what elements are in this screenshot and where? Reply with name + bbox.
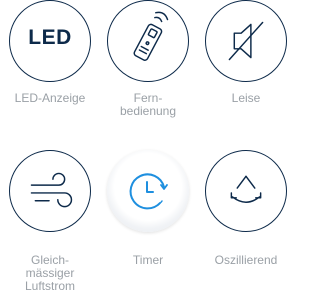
- remote-control-circle: [107, 0, 189, 82]
- feature-silent: Leise: [196, 0, 296, 120]
- timer-clock-icon: [129, 173, 168, 210]
- mute-speaker-icon: [228, 21, 264, 61]
- silent-circle: [205, 0, 287, 82]
- airflow-circle: [9, 150, 91, 232]
- oscillating-circle: [205, 150, 287, 232]
- feature-label: Leise: [231, 91, 261, 105]
- feature-label: Timer: [132, 253, 164, 267]
- feature-label: Fern- bedienung: [119, 91, 177, 118]
- feature-remote-control: Fern- bedienung: [98, 0, 198, 130]
- timer-circle: [107, 150, 189, 232]
- feature-timer: Timer: [98, 150, 198, 270]
- feature-oscillating: Oszillierend: [196, 150, 296, 270]
- feature-led-display: LED LED-Anzeige: [0, 0, 100, 120]
- oscillation-icon: [230, 175, 262, 203]
- feature-label: Oszillierend: [214, 253, 278, 267]
- airflow-wind-icon: [30, 172, 73, 208]
- remote-control-icon: [133, 11, 169, 61]
- led-text-icon: LED: [28, 26, 72, 49]
- feature-label: LED-Anzeige: [14, 91, 86, 105]
- feature-label: Gleich- mässiger Luftstrom: [24, 253, 75, 293]
- led-display-circle: LED: [9, 0, 91, 82]
- feature-even-airflow: Gleich- mässiger Luftstrom: [0, 150, 100, 302]
